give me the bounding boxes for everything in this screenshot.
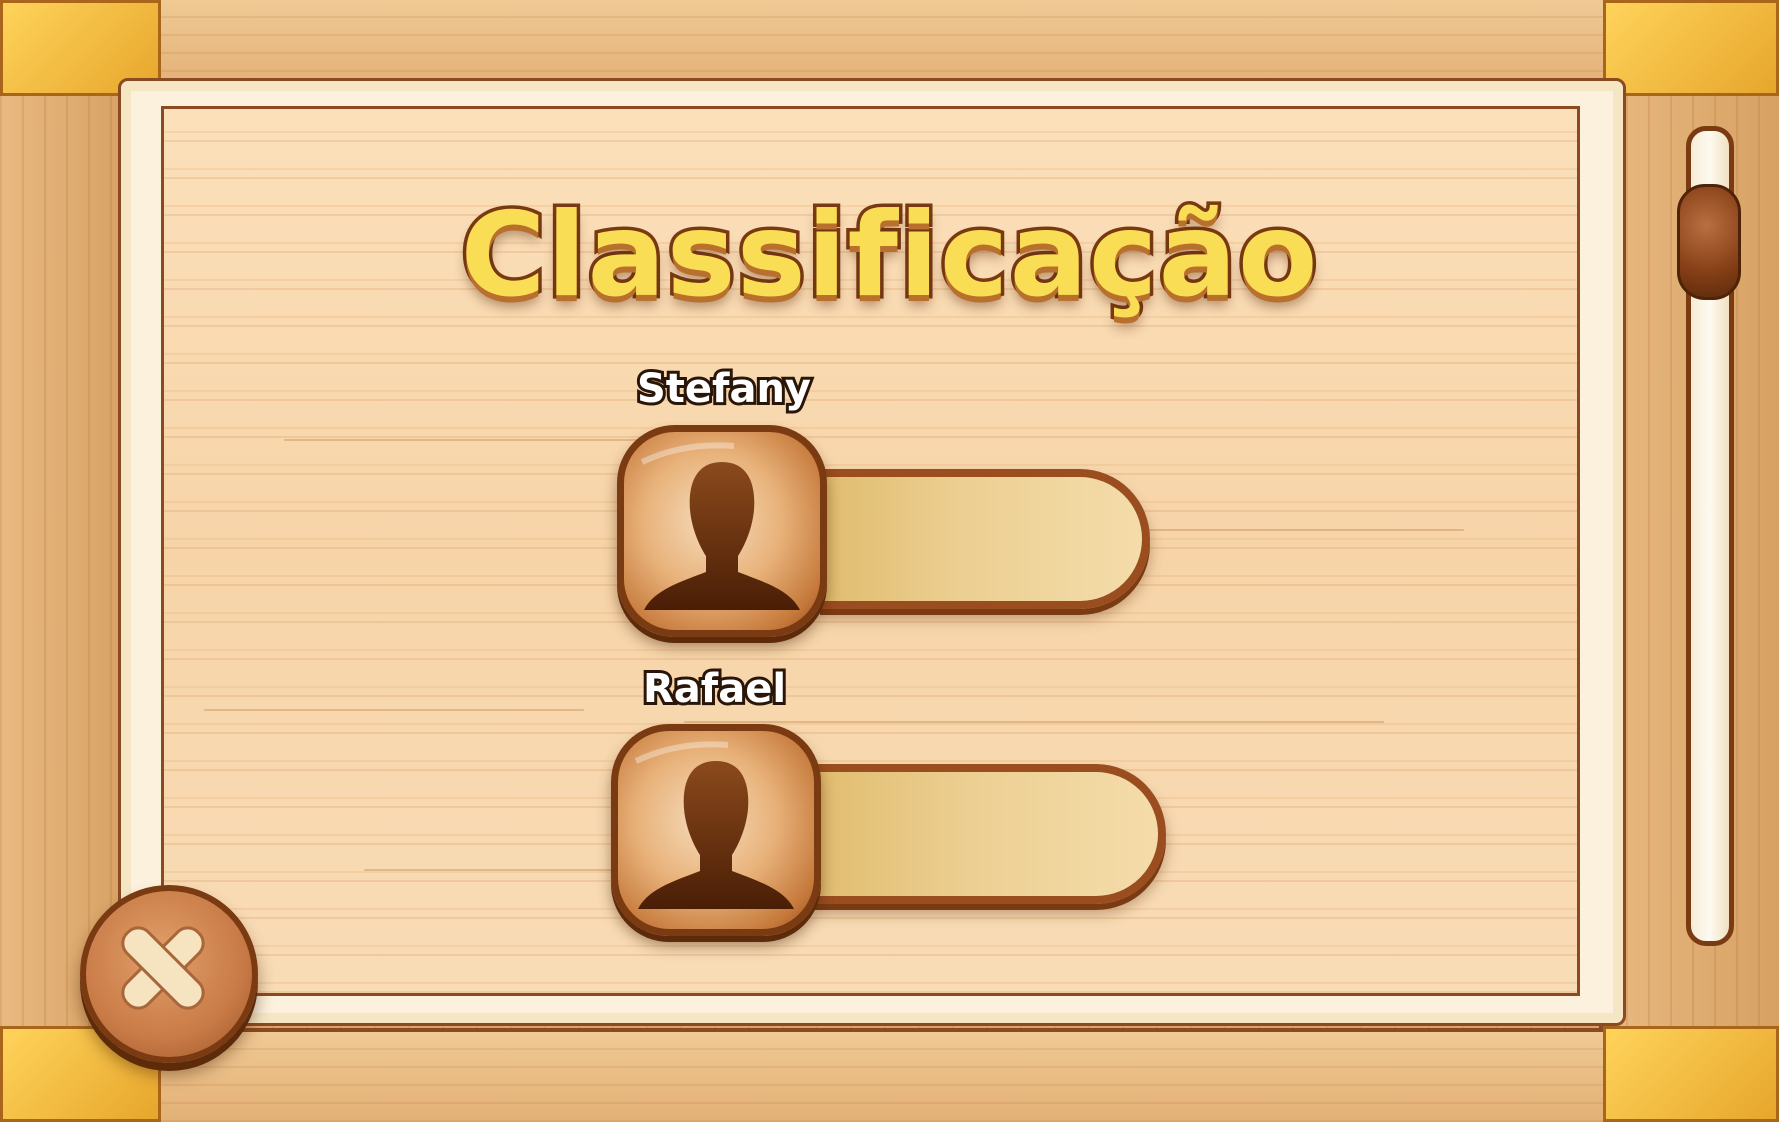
person-silhouette-icon [634, 741, 794, 909]
frame-corner [1603, 1026, 1779, 1122]
person-silhouette-icon [640, 442, 800, 610]
player-name: Rafael [640, 663, 789, 715]
score-bar [814, 764, 1166, 904]
frame-bottom-plank [0, 1028, 1779, 1122]
score-bar [820, 469, 1150, 609]
scrollbar-thumb[interactable] [1677, 184, 1741, 300]
page-title: Classificação [457, 185, 1321, 327]
player-name: Stefany [634, 363, 814, 415]
player-avatar [611, 724, 821, 936]
close-x-icon [121, 926, 205, 1010]
frame-corner [1603, 0, 1779, 96]
wood-grain [204, 709, 584, 711]
close-button[interactable] [80, 885, 258, 1063]
wood-grain [684, 721, 1384, 723]
player-avatar [617, 425, 827, 637]
